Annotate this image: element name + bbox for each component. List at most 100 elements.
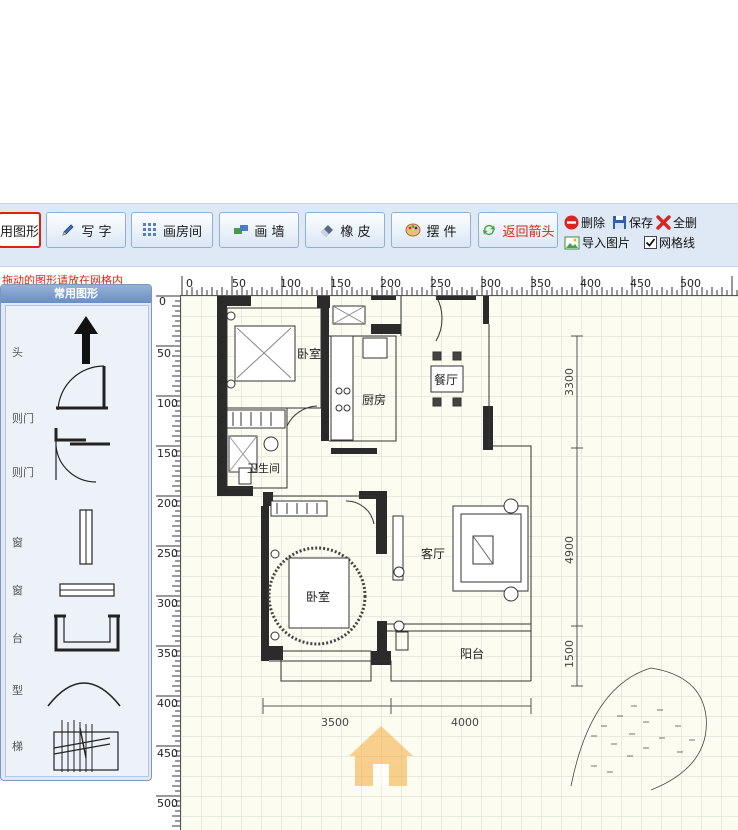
watermark-logo bbox=[349, 726, 413, 786]
draw-wall-button[interactable]: 画 墙 bbox=[219, 212, 299, 248]
arc-shape[interactable] bbox=[46, 670, 122, 710]
window-vertical-shape[interactable] bbox=[78, 508, 94, 566]
ruler-top-label: 150 bbox=[330, 277, 351, 290]
ruler-left-label: 0 bbox=[159, 295, 166, 308]
ruler-left-label: 450 bbox=[157, 747, 178, 760]
room-label-kitchen: 厨房 bbox=[362, 392, 386, 407]
ruler-top-label: 50 bbox=[232, 277, 246, 290]
ruler-top-label: 200 bbox=[380, 277, 401, 290]
ruler-left-label: 500 bbox=[157, 797, 178, 810]
arrow-shape[interactable] bbox=[68, 314, 104, 366]
grid-room-icon bbox=[142, 223, 156, 236]
palette-label: 则门 bbox=[12, 412, 34, 425]
landscape-decoration bbox=[570, 667, 707, 791]
dimension-label-1500: 1500 bbox=[563, 640, 576, 668]
palette-title: 常用图形 bbox=[1, 285, 151, 303]
ruler-left: 0 50 100 150 200 250 300 350 400 450 500 bbox=[156, 295, 181, 830]
palette-label: 则门 bbox=[12, 466, 34, 479]
eraser-icon bbox=[321, 225, 334, 237]
draw-wall-label: 画 墙 bbox=[254, 224, 285, 240]
palette-label: 窗 bbox=[12, 584, 23, 597]
grid-toggle[interactable]: 网格线 bbox=[644, 234, 695, 251]
palette-label: 台 bbox=[12, 632, 23, 645]
common-shapes-button[interactable]: 用图形 bbox=[0, 212, 41, 248]
common-shapes-label: 用图形 bbox=[0, 224, 40, 240]
shape-palette: 常用图形 头 则门 则门 窗 窗 台 型 梯 bbox=[0, 284, 152, 781]
stairs-shape[interactable] bbox=[50, 718, 124, 774]
bed-2 bbox=[267, 500, 367, 646]
ruler-top-label: 100 bbox=[280, 277, 301, 290]
furniture-button[interactable]: 摆 件 bbox=[391, 212, 471, 248]
ruler-top-label: 250 bbox=[430, 277, 451, 290]
write-text-label: 写 字 bbox=[81, 224, 112, 240]
door-single-shape[interactable] bbox=[52, 362, 118, 420]
ruler-top-label: 500 bbox=[680, 277, 701, 290]
ruler-left-label: 250 bbox=[157, 547, 178, 560]
ruler-top-label: 300 bbox=[480, 277, 501, 290]
ruler-left-label: 300 bbox=[157, 597, 178, 610]
door-single-right-shape[interactable] bbox=[50, 424, 118, 484]
dimension-label-4000: 4000 bbox=[451, 716, 479, 729]
delete-button[interactable]: 删除 bbox=[564, 214, 605, 231]
ruler-left-label: 150 bbox=[157, 447, 178, 460]
room-label-bathroom: 卫生间 bbox=[247, 461, 280, 475]
ruler-top: 0 50 100 150 200 250 300 350 400 450 500 bbox=[180, 276, 738, 296]
save-label: 保存 bbox=[629, 216, 654, 230]
checkbox-icon[interactable] bbox=[644, 236, 657, 249]
dimension-label-3500: 3500 bbox=[321, 716, 349, 729]
delete-label: 删除 bbox=[581, 216, 606, 230]
wall-icon bbox=[234, 225, 249, 234]
ruler-top-label: 450 bbox=[630, 277, 651, 290]
sofa-set bbox=[392, 498, 529, 632]
ruler-left-label: 50 bbox=[157, 347, 171, 360]
save-icon bbox=[613, 216, 626, 229]
room-label-living: 客厅 bbox=[421, 546, 445, 561]
toolbar: 用图形 写 字 画房间 画 墙 橡 皮 摆 件 返回箭头 删除 保存 全删 导入… bbox=[0, 203, 738, 267]
dimension-lines bbox=[262, 335, 583, 714]
save-button[interactable]: 保存 bbox=[612, 214, 653, 231]
refresh-icon bbox=[483, 225, 496, 235]
ruler-left-label: 200 bbox=[157, 497, 178, 510]
back-arrow-button[interactable]: 返回箭头 bbox=[478, 212, 558, 248]
close-x-icon bbox=[656, 215, 671, 230]
select-all-label: 全删 bbox=[673, 216, 698, 230]
balcony bbox=[395, 631, 409, 651]
window-horizontal-shape[interactable] bbox=[58, 582, 116, 598]
write-text-button[interactable]: 写 字 bbox=[46, 212, 126, 248]
ruler-top-label: 400 bbox=[580, 277, 601, 290]
palette-icon bbox=[405, 223, 421, 237]
room-label-balcony: 阳台 bbox=[460, 646, 484, 661]
palette-label: 窗 bbox=[12, 536, 23, 549]
back-arrow-label: 返回箭头 bbox=[502, 224, 555, 240]
draw-room-button[interactable]: 画房间 bbox=[131, 212, 213, 248]
ruler-top-label: 0 bbox=[186, 277, 193, 290]
delete-icon bbox=[564, 215, 579, 230]
grid-toggle-label: 网格线 bbox=[659, 236, 696, 250]
floor-plan[interactable]: 卧室 厨房 餐厅 卫生间 客厅 卧室 阳台 3300 4900 1500 350… bbox=[181, 296, 738, 830]
bed-1 bbox=[226, 311, 296, 389]
ruler-left-label: 400 bbox=[157, 697, 178, 710]
furniture-label: 摆 件 bbox=[426, 224, 457, 240]
ruler-top-ticks bbox=[181, 276, 738, 295]
room-label-dining: 餐厅 bbox=[434, 372, 458, 387]
eraser-button[interactable]: 橡 皮 bbox=[305, 212, 385, 248]
ruler-top-label: 350 bbox=[530, 277, 551, 290]
palette-label: 梯 bbox=[12, 740, 23, 753]
import-image-button[interactable]: 导入图片 bbox=[564, 234, 630, 251]
dimension-label-3300: 3300 bbox=[563, 368, 576, 396]
balcony-shape[interactable] bbox=[52, 612, 122, 656]
dimension-label-4900: 4900 bbox=[563, 536, 576, 564]
eraser-label: 橡 皮 bbox=[340, 224, 371, 240]
import-image-label: 导入图片 bbox=[582, 236, 631, 250]
ruler-left-label: 350 bbox=[157, 647, 178, 660]
select-all-delete-button[interactable]: 全删 bbox=[656, 214, 697, 231]
room-label-bedroom-2: 卧室 bbox=[306, 589, 330, 604]
ruler-left-label: 100 bbox=[157, 397, 178, 410]
image-icon bbox=[564, 236, 580, 249]
room-label-bedroom-1: 卧室 bbox=[297, 346, 321, 361]
palette-list: 头 则门 则门 窗 窗 台 型 梯 bbox=[5, 305, 149, 777]
draw-room-label: 画房间 bbox=[162, 224, 202, 240]
palette-label: 型 bbox=[12, 684, 23, 697]
palette-label: 头 bbox=[12, 346, 23, 359]
pencil-icon bbox=[62, 224, 74, 236]
